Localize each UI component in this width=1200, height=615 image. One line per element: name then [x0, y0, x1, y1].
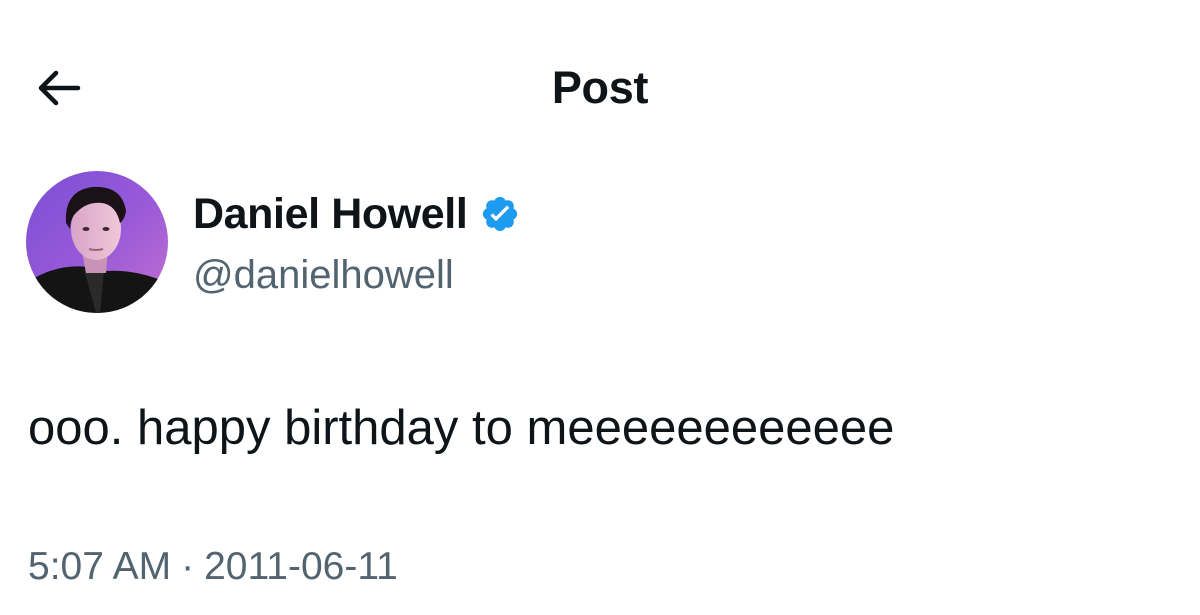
post-meta: 5:07 AM · 2011-06-11	[28, 542, 398, 592]
author-name-row[interactable]: Daniel Howell	[193, 188, 521, 240]
verified-badge-icon	[479, 193, 521, 235]
user-handle[interactable]: @danielhowell	[193, 250, 454, 300]
post-text: ooo. happy birthday to meeeeeeeeeeee	[28, 401, 895, 455]
post-time[interactable]: 5:07 AM	[28, 542, 171, 592]
meta-separator: ·	[181, 545, 195, 588]
page-title: Post	[551, 62, 649, 113]
post-date[interactable]: 2011-06-11	[204, 542, 398, 592]
post-detail-screen: Post Daniel Howell @danielhowell ooo. ha…	[0, 0, 1200, 615]
avatar[interactable]	[26, 171, 168, 313]
display-name: Daniel Howell	[193, 190, 468, 238]
